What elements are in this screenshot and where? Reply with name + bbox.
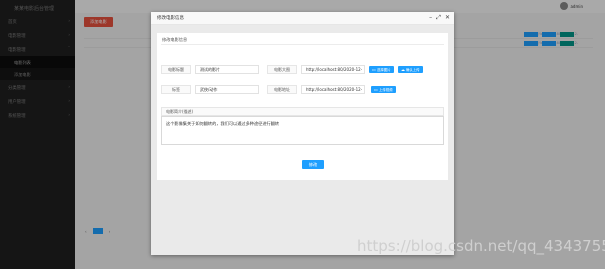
select-image-label: 选择图片: [377, 68, 391, 72]
window-controls: – ⤢ ✕: [429, 14, 450, 22]
close-icon[interactable]: ✕: [445, 14, 450, 22]
description-label: 电影简介(描述): [161, 107, 444, 116]
confirm-upload-button[interactable]: ☁确认上传: [398, 66, 423, 73]
select-image-button[interactable]: ▭选择图片: [369, 66, 394, 73]
movie-title-input[interactable]: 测试的影片: [195, 65, 259, 74]
category-input[interactable]: 武侠/动作: [195, 85, 259, 94]
watermark: https://blog.csdn.net/qq_43437555: [357, 237, 605, 255]
description-textarea[interactable]: 这个影像集关于如何翻转的，我们可以通过多种途径进行翻转: [161, 116, 444, 145]
dialog-header: 修改电影信息 – ⤢ ✕: [151, 12, 454, 25]
dialog-title: 修改电影信息: [157, 16, 184, 21]
form-legend: 修改电影信息: [162, 37, 188, 42]
confirm-upload-label: 确认上传: [406, 68, 420, 72]
movie-url-input[interactable]: http://localhost:80/2020-12-: [301, 85, 365, 94]
upload-video-button[interactable]: ▭上传视频: [371, 86, 396, 93]
dialog-body: 修改电影信息 电影标题 测试的影片 电影大图 http://localhost:…: [151, 25, 454, 255]
submit-button[interactable]: 修改: [302, 160, 324, 169]
maximize-icon[interactable]: ⤢: [436, 14, 441, 22]
cover-input[interactable]: http://localhost:80/2020-12-: [301, 65, 365, 74]
divider: [161, 44, 444, 45]
edit-movie-form: 修改电影信息 电影标题 测试的影片 电影大图 http://localhost:…: [157, 33, 448, 180]
cover-label: 电影大图: [267, 65, 297, 74]
movie-title-label: 电影标题: [161, 65, 191, 74]
edit-movie-dialog: 修改电影信息 – ⤢ ✕ 修改电影信息 电影标题 测试的影片 电影大图 http…: [151, 12, 454, 255]
upload-video-label: 上传视频: [379, 88, 393, 92]
minimize-icon[interactable]: –: [429, 14, 432, 22]
movie-url-label: 电影地址: [267, 85, 297, 94]
category-label: 标签: [161, 85, 191, 94]
